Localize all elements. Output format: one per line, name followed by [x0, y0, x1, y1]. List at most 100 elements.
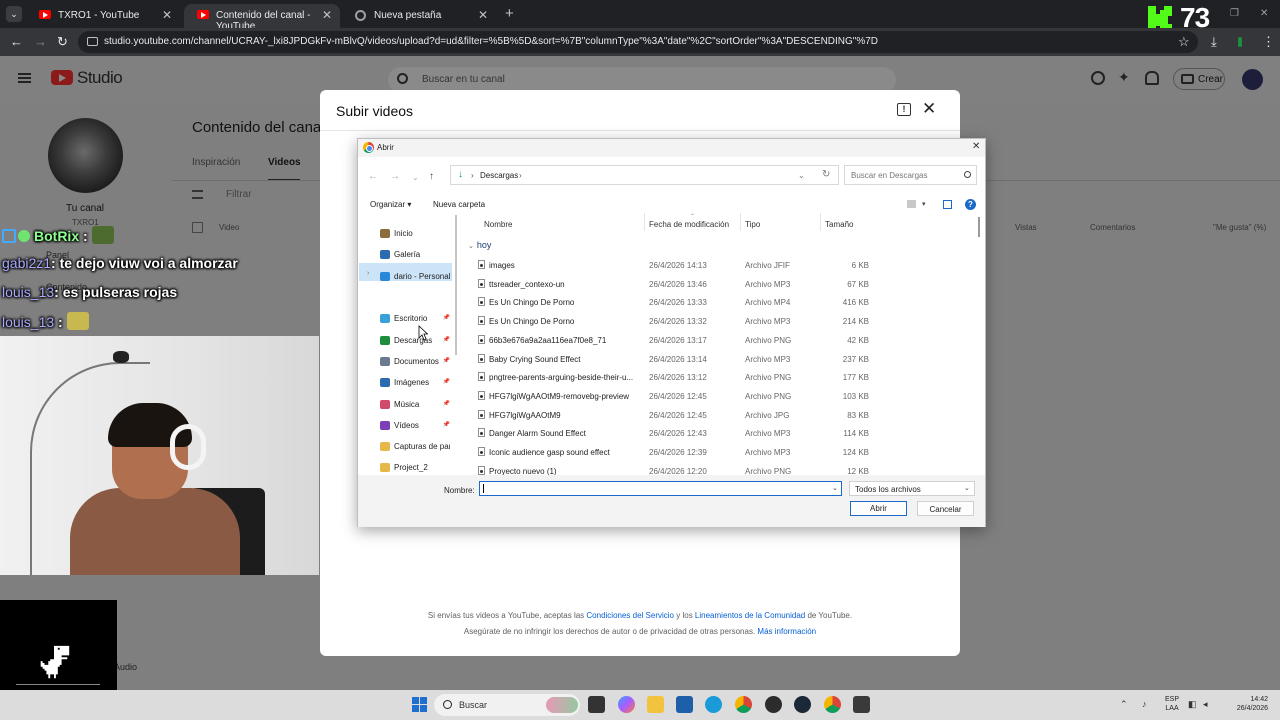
nav-item[interactable]: Música 📌 [380, 400, 450, 409]
breadcrumb-descargas[interactable]: Descargas [480, 171, 518, 180]
sparkle-icon[interactable]: ✦ [1118, 70, 1132, 85]
preview-pane-icon[interactable] [943, 200, 952, 209]
edge-icon[interactable] [705, 696, 722, 713]
tab-contenido-del-canal[interactable]: Contenido del canal - YouTube ✕ [184, 4, 340, 32]
reload-icon[interactable]: ↻ [57, 34, 68, 50]
steam-icon[interactable] [794, 696, 811, 713]
new-tab-plus-icon[interactable]: + [505, 5, 514, 22]
windows-start-icon[interactable] [412, 697, 427, 712]
language-indicator[interactable]: ESP LAA [1165, 695, 1179, 713]
expand-chevron-icon[interactable]: › [367, 270, 369, 277]
view-dropdown-icon[interactable]: ▾ [922, 200, 926, 208]
forward-arrow-icon[interactable]: → [390, 171, 400, 182]
view-options-icon[interactable] [907, 200, 916, 208]
file-row[interactable]: HFG7lgiWgAAOtM9-removebg-preview 26/4/202… [462, 387, 982, 404]
group-header[interactable]: ⌄ hoy [468, 240, 491, 250]
browser-menu-icon[interactable]: ⋮ [1262, 34, 1275, 50]
file-row[interactable]: Iconic audience gasp sound effect 26/4/20… [462, 443, 982, 460]
chrome-active-icon[interactable] [824, 696, 841, 713]
column-header-size[interactable]: Tamaño [825, 220, 853, 229]
menu-icon[interactable] [18, 73, 31, 83]
tab-nueva-pestana[interactable]: Nueva pestaña ✕ [342, 4, 496, 28]
network-icon[interactable]: ◧ [1188, 699, 1197, 710]
help-icon[interactable]: ? [965, 199, 976, 210]
store-icon[interactable] [676, 696, 693, 713]
organize-button[interactable]: Organizar ▾ [370, 200, 411, 209]
column-header-modified[interactable]: Fecha de modificación [649, 220, 729, 229]
nav-item[interactable]: Documentos 📌 [380, 357, 450, 366]
account-avatar[interactable] [1242, 69, 1263, 90]
more-info-link[interactable]: Más información [757, 627, 816, 636]
forward-arrow-icon[interactable]: → [34, 34, 47, 49]
bookmark-star-icon[interactable]: ☆ [1178, 34, 1190, 50]
app-icon[interactable] [765, 696, 782, 713]
dialog-titlebar[interactable]: Abrir ✕ [358, 139, 985, 157]
address-bar[interactable]: studio.youtube.com/channel/UCRAY-_lxi8JP… [78, 31, 1198, 53]
breadcrumb-separator-icon[interactable]: › [471, 171, 474, 180]
task-view-icon[interactable] [588, 696, 605, 713]
close-tab-icon[interactable]: ✕ [322, 8, 332, 22]
community-guidelines-link[interactable]: Lineamientos de la Comunidad [695, 611, 805, 620]
back-arrow-icon[interactable]: ← [368, 171, 378, 182]
column-header-type[interactable]: Tipo [745, 220, 760, 229]
notifications-bell-icon[interactable] [1145, 71, 1159, 85]
path-bar[interactable]: ↓ › Descargas › ⌄ ↻ [450, 165, 839, 185]
create-button[interactable]: Crear [1173, 68, 1225, 90]
filetype-select[interactable]: Todos los archivos ⌄ [849, 481, 975, 496]
column-separator[interactable] [644, 213, 645, 231]
filename-dropdown-icon[interactable]: ⌄ [832, 484, 838, 492]
app-icon[interactable] [853, 696, 870, 713]
cancel-button[interactable]: Cancelar [917, 501, 974, 516]
feedback-icon[interactable]: ! [897, 103, 911, 116]
file-row[interactable]: Danger Alarm Sound Effect 26/4/2026 12:43… [462, 424, 982, 441]
path-dropdown-icon[interactable]: ⌄ [798, 171, 805, 180]
file-row[interactable]: images 26/4/2026 14:13 Archivo JFIF 6 KB [462, 256, 982, 273]
new-folder-button[interactable]: Nueva carpeta [433, 200, 485, 209]
file-row[interactable]: Proyecto nuevo (1) 26/4/2026 12:20 Archivo… [462, 462, 982, 475]
filename-input[interactable]: ⌄ [479, 481, 842, 496]
tab-inspiracion[interactable]: Inspiración [192, 157, 240, 168]
file-row[interactable]: HFG7lgiWgAAOtM9 26/4/2026 12:45 Archivo JP… [462, 406, 982, 423]
nav-item[interactable]: Vídeos 📌 [380, 421, 450, 430]
column-separator[interactable] [740, 213, 741, 231]
column-header-name[interactable]: Nombre [484, 220, 512, 229]
chrome-icon[interactable] [735, 696, 752, 713]
tray-overflow-icon[interactable]: ⌃ [1120, 699, 1128, 710]
open-button[interactable]: Abrir [850, 501, 907, 516]
terms-of-service-link[interactable]: Condiciones del Servicio [586, 611, 674, 620]
volume-icon[interactable]: ◂ [1203, 699, 1208, 710]
taskbar-search[interactable]: Buscar [434, 694, 580, 716]
site-info-icon[interactable] [87, 37, 98, 46]
column-separator[interactable] [820, 213, 821, 231]
microphone-icon[interactable]: ♪ [1142, 699, 1147, 709]
close-window-icon[interactable]: ✕ [1260, 8, 1268, 19]
help-icon[interactable] [1091, 71, 1105, 85]
back-arrow-icon[interactable]: ← [10, 34, 23, 49]
extension-icon[interactable] [1238, 37, 1242, 47]
download-icon[interactable]: ⤓ [1211, 34, 1217, 50]
file-row[interactable]: pngtree-parents-arguing-beside-their-u..… [462, 368, 982, 385]
nav-item[interactable]: Project_2 [380, 463, 450, 472]
refresh-icon[interactable]: ↻ [822, 169, 830, 180]
file-row[interactable]: ttsreader_contexo-un 26/4/2026 13:46 Archi… [462, 275, 982, 292]
up-arrow-icon[interactable]: ↑ [429, 171, 434, 182]
sidebar-item-audio[interactable]: Audio [114, 662, 137, 672]
copilot-icon[interactable] [618, 696, 635, 713]
file-row[interactable]: Baby Crying Sound Effect 26/4/2026 13:14 A… [462, 350, 982, 367]
nav-item[interactable]: Escritorio 📌 [380, 314, 450, 323]
nav-item[interactable]: Inicio [380, 229, 450, 238]
nav-scrollbar[interactable] [455, 215, 457, 355]
select-all-checkbox[interactable] [192, 222, 203, 233]
channel-avatar[interactable] [48, 118, 123, 193]
tab-videos[interactable]: Videos [268, 157, 301, 168]
close-tab-icon[interactable]: ✕ [478, 8, 488, 22]
nav-item[interactable]: Capturas de pan [380, 442, 450, 451]
recent-locations-chevron-icon[interactable]: ⌄ [412, 173, 419, 182]
nav-item[interactable]: dario - Personal [380, 272, 450, 281]
breadcrumb-separator-icon[interactable]: › [519, 171, 522, 180]
close-tab-icon[interactable]: ✕ [162, 8, 172, 22]
file-explorer-icon[interactable] [647, 696, 664, 713]
column-views[interactable]: Vistas [1015, 223, 1037, 232]
nav-item[interactable]: Imágenes 📌 [380, 378, 450, 387]
close-dialog-icon[interactable]: ✕ [972, 141, 980, 152]
